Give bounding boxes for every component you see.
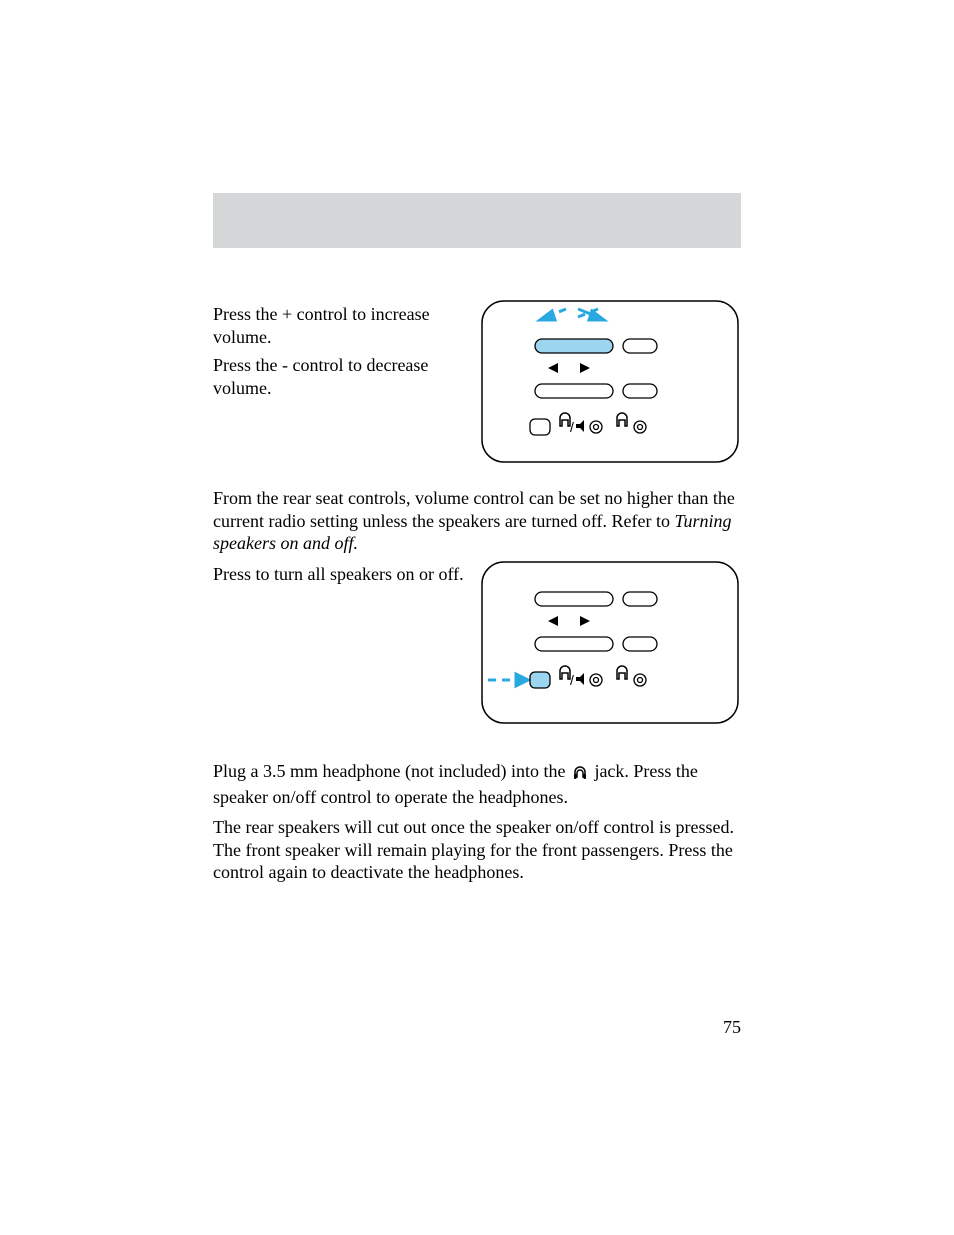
page: Press the + control to increase volume. …: [0, 0, 954, 1235]
svg-text:/: /: [570, 419, 574, 435]
volume-control-diagram: /: [480, 299, 740, 464]
speaker-toggle-text: Press to turn all speakers on or off.: [213, 563, 468, 586]
headphone-instructions: Plug a 3.5 mm headphone (not included) i…: [213, 760, 741, 892]
headphone-plug-text: Plug a 3.5 mm headphone (not included) i…: [213, 760, 741, 808]
increase-volume-text: Press the + control to increase volume.: [213, 303, 468, 348]
decrease-volume-text: Press the - control to decrease volume.: [213, 354, 468, 399]
speaker-toggle-instruction: Press to turn all speakers on or off.: [213, 563, 468, 594]
volume-limit-note: From the rear seat controls, volume cont…: [213, 487, 741, 563]
speaker-toggle-diagram: /: [480, 560, 740, 725]
header-bar: [213, 193, 741, 248]
note-text: From the rear seat controls, volume cont…: [213, 488, 735, 531]
svg-text:/: /: [570, 672, 574, 688]
volume-instructions: Press the + control to increase volume. …: [213, 303, 468, 405]
page-number: 75: [723, 1016, 741, 1039]
headphone-behavior-text: The rear speakers will cut out once the …: [213, 816, 741, 884]
headphone-icon: [572, 763, 588, 786]
